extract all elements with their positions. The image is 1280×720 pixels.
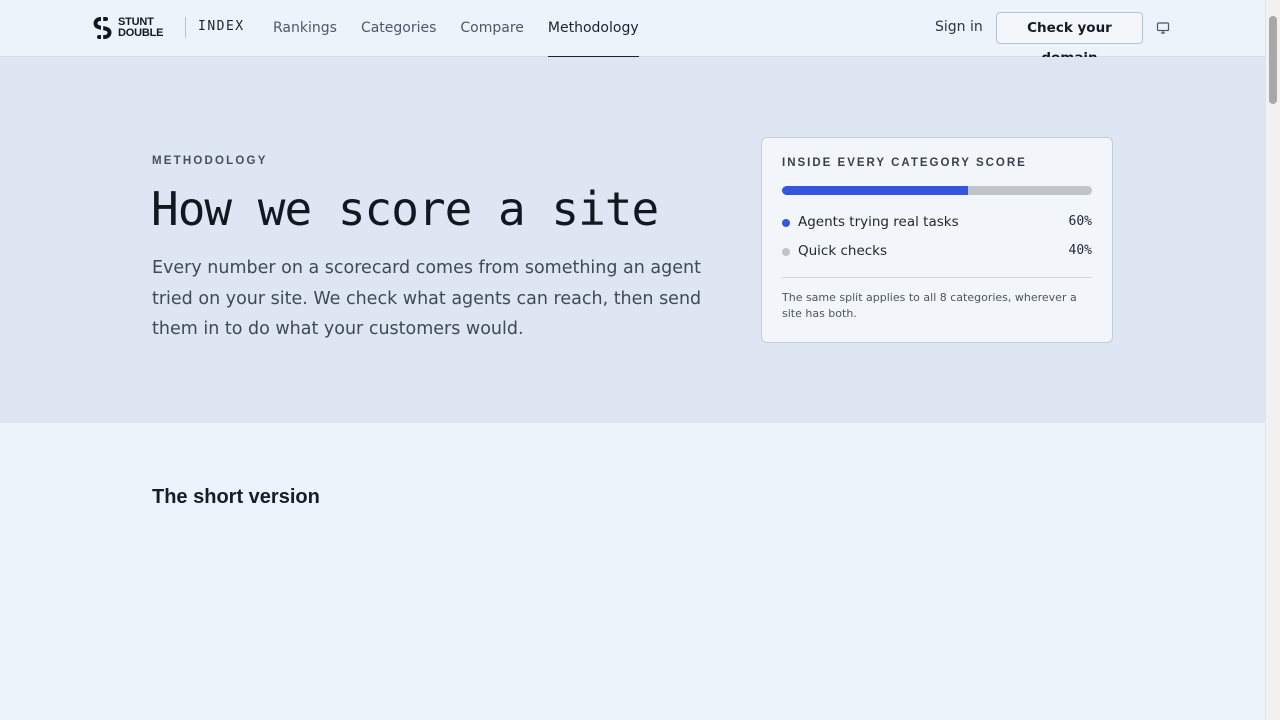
check-domain-button[interactable]: Check your domain bbox=[996, 12, 1143, 66]
hero-section: METHODOLOGY How we score a site Every nu… bbox=[0, 57, 1265, 423]
legend-percent: 60% bbox=[1068, 214, 1092, 229]
brand-index-label: INDEX bbox=[198, 19, 245, 34]
top-navigation-bar: STUNT DOUBLE INDEX Rankings Categories C… bbox=[0, 0, 1265, 66]
nav-rankings[interactable]: Rankings bbox=[273, 0, 337, 57]
category-score-card: INSIDE EVERY CATEGORY SCORE Agents tryin… bbox=[761, 137, 1113, 343]
card-title: INSIDE EVERY CATEGORY SCORE bbox=[782, 157, 1027, 169]
sign-in-link[interactable]: Sign in bbox=[935, 19, 983, 35]
hero-eyebrow: METHODOLOGY bbox=[152, 155, 268, 167]
nav-methodology[interactable]: Methodology bbox=[547, 0, 639, 58]
blue-dot-icon bbox=[782, 219, 790, 227]
legend-percent: 40% bbox=[1068, 243, 1092, 258]
legend-label: Agents trying real tasks bbox=[798, 214, 959, 230]
nav-categories[interactable]: Categories bbox=[361, 0, 436, 57]
brand-logo[interactable]: STUNT DOUBLE bbox=[93, 17, 163, 39]
brand-name: STUNT DOUBLE bbox=[118, 17, 163, 39]
display-theme-icon[interactable] bbox=[1156, 21, 1170, 35]
legend-row-quick-checks: Quick checks 40% bbox=[782, 243, 1092, 263]
logo-mark-icon bbox=[93, 17, 112, 39]
legend-label: Quick checks bbox=[798, 243, 888, 259]
hero-description: Every number on a scorecard comes from s… bbox=[152, 258, 702, 339]
main-nav: Rankings Categories Compare Methodology bbox=[273, 0, 663, 58]
legend-row-agents: Agents trying real tasks 60% bbox=[782, 214, 1092, 234]
logo-divider bbox=[185, 17, 186, 38]
score-split-bar-fill bbox=[782, 186, 968, 195]
score-split-bar bbox=[782, 186, 1092, 195]
card-note: The same split applies to all 8 categori… bbox=[782, 291, 1077, 320]
short-version-heading: The short version bbox=[152, 486, 320, 508]
card-divider bbox=[782, 277, 1092, 278]
nav-compare[interactable]: Compare bbox=[460, 0, 524, 57]
brand-line-2: DOUBLE bbox=[118, 27, 164, 39]
page-scrollbar[interactable] bbox=[1265, 0, 1280, 720]
scrollbar-thumb[interactable] bbox=[1269, 16, 1277, 104]
page-title: How we score a site bbox=[151, 182, 659, 236]
gray-dot-icon bbox=[782, 248, 790, 256]
